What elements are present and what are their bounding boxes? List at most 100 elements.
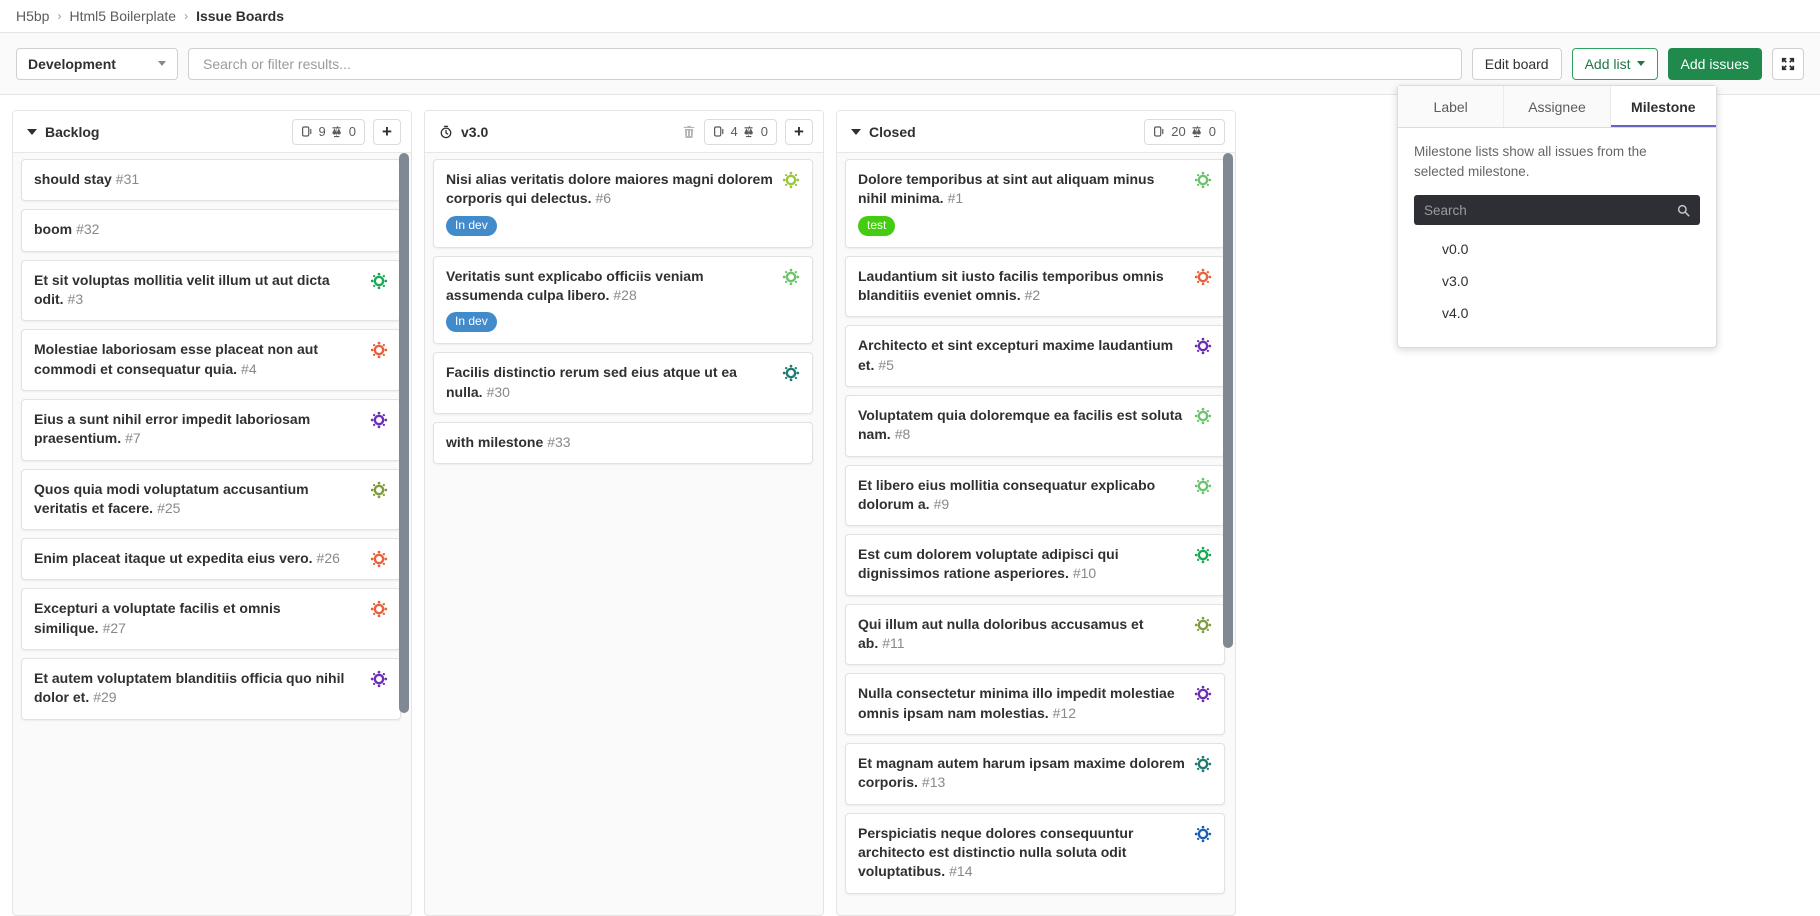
issue-card-reference: #11 [882, 635, 904, 651]
issue-label-badge[interactable]: In dev [446, 216, 497, 236]
board-list-cards[interactable]: Dolore temporibus at sint aut aliquam mi… [837, 153, 1235, 915]
issue-card-title: Enim placeat itaque ut expedita eius ver… [34, 549, 362, 568]
issue-card[interactable]: Nisi alias veritatis dolore maiores magn… [433, 159, 813, 248]
issue-card[interactable]: Qui illum aut nulla doloribus accusamus … [845, 604, 1225, 666]
issue-card-body: with milestone#33 [446, 433, 800, 452]
issue-card-title: should stay#31 [34, 170, 388, 189]
issue-card-title: Excepturi a voluptate facilis et omnis s… [34, 599, 362, 638]
issue-card-reference: #3 [68, 291, 84, 307]
board-list-scrollbar[interactable] [399, 153, 409, 713]
milestone-option-v3-0[interactable]: v3.0 [1414, 265, 1700, 297]
assignee-avatar[interactable] [370, 670, 388, 688]
search-input[interactable]: Search or filter results... [188, 48, 1462, 80]
tab-milestone[interactable]: Milestone [1611, 86, 1716, 127]
assignee-avatar[interactable] [1194, 337, 1212, 355]
issue-card-body: Quos quia modi voluptatum accusantium ve… [34, 480, 362, 519]
issue-card[interactable]: Architecto et sint excepturi maxime laud… [845, 325, 1225, 387]
issue-card-body: Est cum dolorem voluptate adipisci qui d… [858, 545, 1186, 584]
assignee-avatar[interactable] [370, 550, 388, 568]
issue-card[interactable]: Dolore temporibus at sint aut aliquam mi… [845, 159, 1225, 248]
tab-assignee[interactable]: Assignee [1504, 86, 1610, 127]
issue-card[interactable]: boom#32 [21, 209, 401, 251]
milestone-option-v4-0[interactable]: v4.0 [1414, 297, 1700, 329]
edit-board-button[interactable]: Edit board [1472, 48, 1562, 80]
board-list-counts: 40 [704, 119, 777, 145]
issue-label-badge[interactable]: In dev [446, 312, 497, 332]
caret-down-icon[interactable] [851, 129, 861, 135]
milestone-clock-icon [439, 125, 453, 139]
issue-card[interactable]: Et sit voluptas mollitia velit illum ut … [21, 260, 401, 322]
add-issues-button[interactable]: Add issues [1668, 48, 1762, 80]
tab-label[interactable]: Label [1398, 86, 1504, 127]
assignee-avatar[interactable] [1194, 616, 1212, 634]
assignee-avatar[interactable] [370, 272, 388, 290]
issue-card[interactable]: Molestiae laboriosam esse placeat non au… [21, 329, 401, 391]
add-list-label: Add list [1585, 56, 1631, 72]
issue-card-title: Facilis distinctio rerum sed eius atque … [446, 363, 774, 402]
issue-card[interactable]: with milestone#33 [433, 422, 813, 464]
issue-card[interactable]: Et libero eius mollitia consequatur expl… [845, 465, 1225, 527]
issue-card-reference: #7 [125, 430, 141, 446]
caret-down-icon[interactable] [27, 129, 37, 135]
assignee-avatar[interactable] [1194, 268, 1212, 286]
issue-card[interactable]: Laudantium sit iusto facilis temporibus … [845, 256, 1225, 318]
issue-card-title: Laudantium sit iusto facilis temporibus … [858, 267, 1186, 306]
milestone-option-v0-0[interactable]: v0.0 [1414, 233, 1700, 265]
assignee-avatar[interactable] [1194, 407, 1212, 425]
issue-card-reference: #26 [317, 550, 340, 566]
assignee-avatar[interactable] [782, 364, 800, 382]
issue-card[interactable]: Voluptatem quia doloremque ea facilis es… [845, 395, 1225, 457]
issue-card[interactable]: Et magnam autem harum ipsam maxime dolor… [845, 743, 1225, 805]
issue-card-title: Et sit voluptas mollitia velit illum ut … [34, 271, 362, 310]
board-switcher-dropdown[interactable]: Development [16, 48, 178, 80]
issue-count-value: 4 [731, 124, 738, 139]
board-list-header: v3.040+ [425, 111, 823, 153]
issue-card-body: boom#32 [34, 220, 388, 239]
add-issue-to-list-button[interactable]: + [785, 119, 813, 145]
issue-card-title: boom#32 [34, 220, 388, 239]
issue-card[interactable]: Veritatis sunt explicabo officiis veniam… [433, 256, 813, 345]
assignee-avatar[interactable] [1194, 171, 1212, 189]
avatar-identicon [370, 600, 388, 618]
assignee-avatar[interactable] [1194, 755, 1212, 773]
assignee-avatar[interactable] [370, 481, 388, 499]
issue-card-body: Excepturi a voluptate facilis et omnis s… [34, 599, 362, 638]
assignee-avatar[interactable] [370, 341, 388, 359]
avatar-identicon [1194, 755, 1212, 773]
issue-card[interactable]: Nulla consectetur minima illo impedit mo… [845, 673, 1225, 735]
assignee-avatar[interactable] [370, 411, 388, 429]
issue-card-reference: #1 [948, 190, 964, 206]
issue-card[interactable]: Est cum dolorem voluptate adipisci qui d… [845, 534, 1225, 596]
milestone-search-input[interactable]: Search [1414, 195, 1700, 225]
issue-card[interactable]: Eius a sunt nihil error impedit laborios… [21, 399, 401, 461]
issue-card-body: Et sit voluptas mollitia velit illum ut … [34, 271, 362, 310]
board-list-scrollbar[interactable] [1223, 153, 1233, 648]
issue-card[interactable]: Enim placeat itaque ut expedita eius ver… [21, 538, 401, 580]
focus-mode-button[interactable] [1772, 48, 1804, 80]
issue-card[interactable]: Quos quia modi voluptatum accusantium ve… [21, 469, 401, 531]
issue-card-title: Quos quia modi voluptatum accusantium ve… [34, 480, 362, 519]
assignee-avatar[interactable] [1194, 825, 1212, 843]
assignee-avatar[interactable] [1194, 477, 1212, 495]
board-list-cards[interactable]: should stay#31 boom#32 Et sit voluptas mol… [13, 153, 411, 915]
add-issue-to-list-button[interactable]: + [373, 119, 401, 145]
breadcrumb-item-project[interactable]: Html5 Boilerplate [69, 8, 176, 24]
issue-card-title: Qui illum aut nulla doloribus accusamus … [858, 615, 1186, 654]
issue-card[interactable]: Facilis distinctio rerum sed eius atque … [433, 352, 813, 414]
assignee-avatar[interactable] [1194, 685, 1212, 703]
issue-card[interactable]: Perspiciatis neque dolores consequuntur … [845, 813, 1225, 894]
add-list-button[interactable]: Add list [1572, 48, 1658, 80]
assignee-avatar[interactable] [782, 268, 800, 286]
board-list-cards[interactable]: Nisi alias veritatis dolore maiores magn… [425, 153, 823, 915]
issue-card-body: Nulla consectetur minima illo impedit mo… [858, 684, 1186, 723]
delete-list-button[interactable] [682, 125, 696, 139]
issue-card[interactable]: should stay#31 [21, 159, 401, 201]
assignee-avatar[interactable] [782, 171, 800, 189]
edit-board-label: Edit board [1485, 56, 1549, 72]
issue-card[interactable]: Et autem voluptatem blanditiis officia q… [21, 658, 401, 720]
issue-card[interactable]: Excepturi a voluptate facilis et omnis s… [21, 588, 401, 650]
issue-label-badge[interactable]: test [858, 216, 895, 236]
breadcrumb-item-group[interactable]: H5bp [16, 8, 49, 24]
assignee-avatar[interactable] [370, 600, 388, 618]
assignee-avatar[interactable] [1194, 546, 1212, 564]
